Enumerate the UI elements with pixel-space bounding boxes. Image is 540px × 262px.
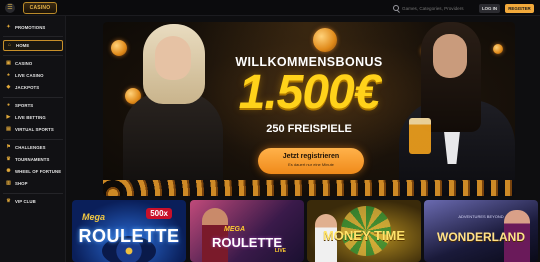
game-title: WONDERLAND	[437, 230, 525, 244]
sidebar-item-tournaments[interactable]: ♛ TOURNAMENTS	[3, 154, 63, 165]
home-icon: ⌂	[7, 42, 12, 48]
challenge-icon: ⚑	[6, 144, 11, 150]
search-icon	[393, 5, 399, 11]
game-tile-mega-roulette-live[interactable]: MEGA ROULETTE LIVE	[190, 200, 304, 262]
sidebar-item-wheel-of-fortune[interactable]: ✺ WHEEL OF FORTUNE	[3, 166, 63, 177]
sidebar-item-sports[interactable]: ● SPORTS	[3, 100, 63, 111]
sidebar-item-label: JACKPOTS	[15, 85, 40, 90]
game-tile-mega-roulette[interactable]: Mega 500x ROULETTE	[72, 200, 186, 262]
sidebar-item-label: CHALLENGES	[15, 145, 46, 150]
cta-subtext: Es dauert nur eine Minute	[288, 162, 334, 167]
sidebar-item-casino[interactable]: ▣ CASINO	[3, 58, 63, 69]
bonus-amount: 1.500€	[238, 66, 381, 119]
live-label: LIVE	[274, 248, 286, 254]
sidebar-item-live-betting[interactable]: ▶ LIVE BETTING	[3, 112, 63, 123]
sidebar-divider	[3, 97, 63, 98]
live-icon: ▶	[6, 114, 11, 120]
sidebar-item-shop[interactable]: ▥ SHOP	[3, 178, 63, 189]
game-tile-wonderland[interactable]: ADVENTURES BEYOND WONDERLAND	[424, 200, 538, 262]
sidebar-item-label: SPORTS	[15, 103, 34, 108]
sidebar-item-vip-club[interactable]: ♕ VIP CLUB	[3, 196, 63, 207]
coin-decoration	[493, 44, 503, 54]
sidebar-item-label: CASINO	[15, 61, 33, 66]
game-title: ROULETTE	[211, 235, 283, 250]
sidebar: ✦ PROMOTIONS ⌂ HOME ▣ CASINO ♠ LIVE CASI…	[0, 16, 66, 262]
game-title-prefix: Mega	[82, 212, 106, 222]
gift-icon: ✦	[6, 24, 11, 30]
search-input[interactable]	[402, 5, 472, 11]
jackpot-icon: ◆	[6, 84, 11, 90]
sidebar-divider	[3, 193, 63, 194]
search-box[interactable]	[393, 3, 473, 13]
sidebar-item-virtual-sports[interactable]: ▤ VIRTUAL SPORTS	[3, 124, 63, 135]
free-spins-label: 250 FREISPIELE	[266, 123, 352, 135]
sidebar-item-home[interactable]: ⌂ HOME	[3, 40, 63, 51]
game-title-prefix: MEGA	[224, 226, 245, 233]
sidebar-item-promotions[interactable]: ✦ PROMOTIONS	[3, 22, 63, 33]
top-bar: ☰ CASINO LOG IN REGISTER	[0, 0, 540, 16]
game-tile-money-time[interactable]: MONEY TIME	[307, 200, 421, 262]
sidebar-item-label: VIP CLUB	[15, 199, 36, 204]
sidebar-item-label: LIVE BETTING	[15, 115, 46, 120]
sidebar-divider	[3, 36, 63, 37]
register-now-button[interactable]: Jetzt registrieren Es dauert nur eine Mi…	[258, 148, 364, 174]
trophy-icon: ♛	[6, 156, 11, 162]
sidebar-item-label: SHOP	[15, 181, 28, 186]
coin-pile	[103, 180, 515, 196]
shop-icon: ▥	[6, 180, 11, 186]
ball-icon: ●	[6, 102, 11, 108]
register-button[interactable]: REGISTER	[505, 4, 534, 13]
casino-logo[interactable]: CASINO	[23, 2, 57, 14]
sidebar-item-label: HOME	[16, 43, 30, 48]
game-title: MONEY TIME	[322, 228, 406, 243]
sidebar-divider	[3, 139, 63, 140]
sidebar-item-label: TOURNAMENTS	[15, 157, 50, 162]
coin-decoration	[111, 40, 127, 56]
sidebar-item-label: VIRTUAL SPORTS	[15, 127, 54, 132]
cta-label: Jetzt registrieren	[282, 153, 340, 160]
slot-icon: ▣	[6, 60, 11, 66]
sidebar-item-label: LIVE CASINO	[15, 73, 44, 78]
wheel-icon: ✺	[6, 168, 11, 174]
sidebar-divider	[3, 55, 63, 56]
multiplier-badge: 500x	[146, 208, 172, 219]
welcome-bonus-banner[interactable]: WILLKOMMENSBONUS 1.500€ 250 FREISPIELE J…	[103, 22, 515, 196]
login-button[interactable]: LOG IN	[479, 4, 500, 13]
game-title: ROULETTE	[78, 226, 180, 246]
sidebar-item-label: PROMOTIONS	[15, 25, 46, 30]
game-title-prefix: ADVENTURES BEYOND	[458, 214, 504, 219]
menu-icon[interactable]: ☰	[5, 3, 15, 13]
sidebar-item-live-casino[interactable]: ♠ LIVE CASINO	[3, 70, 63, 81]
vip-icon: ♕	[6, 198, 11, 204]
sidebar-item-jackpots[interactable]: ◆ JACKPOTS	[3, 82, 63, 93]
sidebar-item-label: WHEEL OF FORTUNE	[15, 169, 62, 174]
virtual-icon: ▤	[6, 126, 11, 132]
sidebar-item-challenges[interactable]: ⚑ CHALLENGES	[3, 142, 63, 153]
coin-decoration	[313, 28, 337, 52]
cards-icon: ♠	[7, 72, 10, 78]
